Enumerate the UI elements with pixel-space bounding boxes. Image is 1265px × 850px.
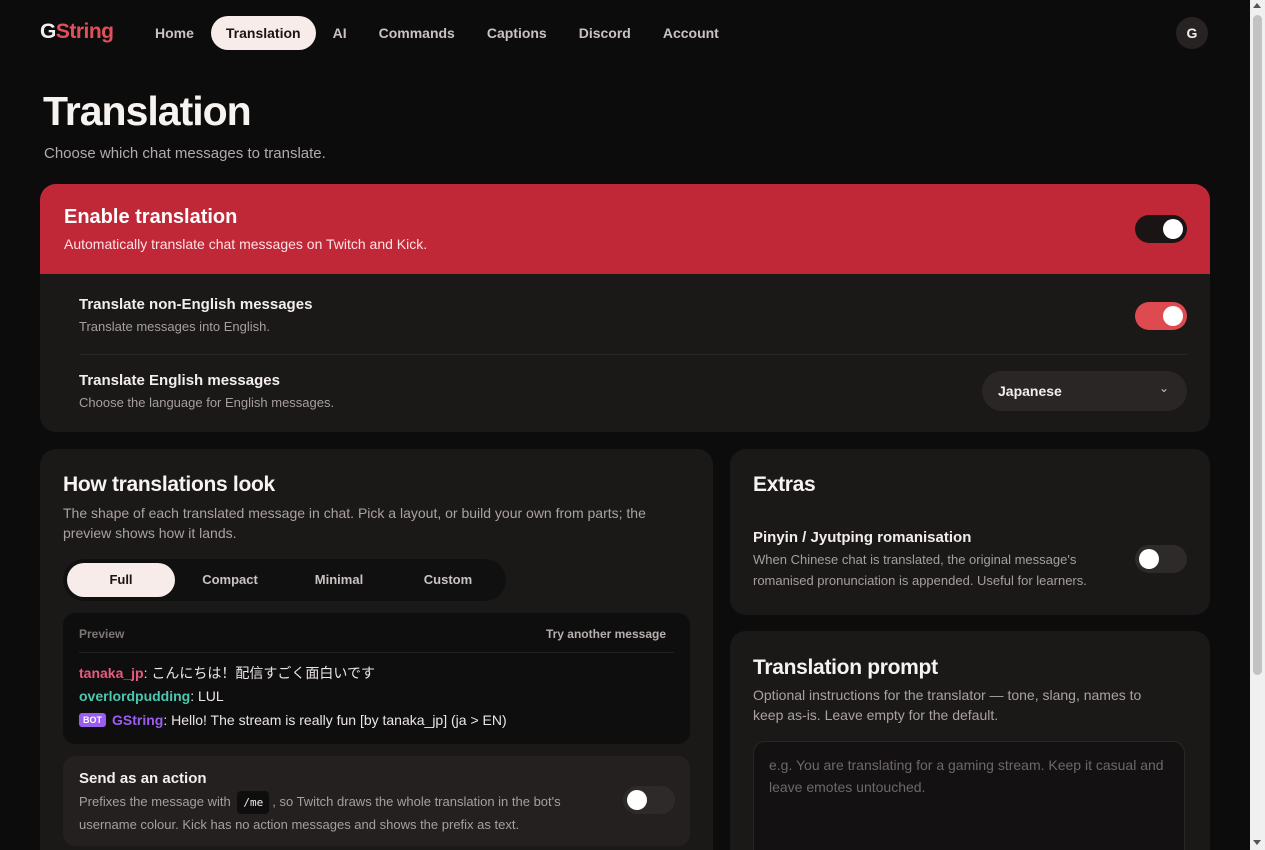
chat-username: tanaka_jp — [79, 665, 144, 681]
preview-label: Preview — [79, 627, 125, 641]
language-select-value: Japanese — [998, 383, 1062, 399]
chat-text: : LUL — [190, 688, 224, 704]
toggle-knob — [1163, 219, 1183, 239]
prompt-title: Translation prompt — [753, 656, 938, 679]
how-description: The shape of each translated message in … — [63, 505, 646, 541]
logo-letter: G — [40, 20, 56, 43]
me-code: /me — [237, 791, 270, 814]
nav-links: Home Translation AI Commands Captions Di… — [140, 16, 736, 50]
logo[interactable]: GString — [40, 20, 114, 44]
enable-translation-header: Enable translation Automatically transla… — [40, 184, 1210, 274]
scroll-down-arrow-icon[interactable] — [1253, 840, 1261, 845]
chat-message: BOT GString: Hello! The stream is really … — [79, 712, 507, 728]
chat-text: : Hello! The stream is really fun [by ta… — [163, 712, 507, 728]
toggle-knob — [1139, 549, 1159, 569]
romanisation-title: Pinyin / Jyutping romanisation — [753, 529, 972, 546]
desc-text: keep as-is. Leave empty for the default. — [753, 707, 999, 723]
enable-translation-toggle[interactable] — [1135, 215, 1187, 243]
desc-text: username colour. Kick has no action mess… — [79, 817, 520, 832]
app-viewport: GString Home Translation AI Commands Cap… — [0, 0, 1250, 850]
nav-translation[interactable]: Translation — [210, 16, 316, 50]
translation-prompt-textarea[interactable]: e.g. You are translating for a gaming st… — [753, 741, 1185, 850]
scrollbar-thumb[interactable] — [1253, 15, 1262, 675]
top-nav: GString Home Translation AI Commands Cap… — [0, 0, 1250, 66]
send-as-action-description: Prefixes the message with /me, so Twitch… — [79, 791, 619, 835]
nav-account[interactable]: Account — [648, 16, 734, 50]
logo-text: String — [55, 20, 114, 43]
chat-message: overlordpudding: LUL — [79, 688, 224, 704]
romanisation-toggle[interactable] — [1135, 545, 1187, 573]
translation-prompt-card: Translation prompt Optional instructions… — [730, 631, 1210, 850]
page-title: Translation — [43, 88, 252, 134]
avatar[interactable]: G — [1176, 17, 1208, 49]
extras-card: Extras Pinyin / Jyutping romanisation Wh… — [730, 449, 1210, 615]
nav-captions[interactable]: Captions — [472, 16, 562, 50]
send-as-action-toggle[interactable] — [623, 786, 675, 814]
scrollbar[interactable] — [1250, 0, 1265, 850]
desc-text: romanised pronunciation is appended. Use… — [753, 573, 1087, 588]
non-english-description: Translate messages into English. — [79, 319, 271, 334]
layout-custom-option[interactable]: Custom — [394, 563, 502, 597]
textarea-placeholder: e.g. You are translating for a gaming st… — [769, 757, 1164, 795]
desc-text: When Chinese chat is translated, the ori… — [753, 552, 1077, 567]
english-description: Choose the language for English messages… — [79, 395, 335, 410]
desc-text: Prefixes the message with — [79, 794, 231, 809]
english-title: Translate English messages — [79, 372, 280, 389]
layout-segmented-control: Full Compact Minimal Custom — [63, 559, 506, 601]
chat-text: : こんにちは！配信すごく面白いです — [143, 665, 375, 681]
non-english-title: Translate non-English messages — [79, 296, 313, 313]
prompt-description: Optional instructions for the translator… — [753, 685, 1193, 725]
divider — [79, 354, 1187, 355]
page-subtitle: Choose which chat messages to translate. — [44, 145, 326, 162]
desc-text: Optional instructions for the translator… — [753, 687, 1142, 703]
chat-username: GString — [112, 712, 164, 728]
send-as-action-panel: Send as an action Prefixes the message w… — [63, 756, 690, 846]
try-another-message-button[interactable]: Try another message — [546, 627, 666, 641]
extras-title: Extras — [753, 473, 816, 496]
chat-username: overlordpudding — [79, 688, 191, 704]
chat-message: tanaka_jp: こんにちは！配信すごく面白いです — [79, 663, 375, 683]
toggle-knob — [1163, 306, 1183, 326]
nav-discord[interactable]: Discord — [564, 16, 646, 50]
layout-compact-option[interactable]: Compact — [176, 563, 284, 597]
nav-commands[interactable]: Commands — [364, 16, 470, 50]
bot-badge: BOT — [79, 713, 106, 727]
layout-full-option[interactable]: Full — [67, 563, 175, 597]
how-title: How translations look — [63, 473, 275, 496]
toggle-knob — [627, 790, 647, 810]
romanisation-description: When Chinese chat is translated, the ori… — [753, 549, 1133, 591]
enable-translation-title: Enable translation — [64, 206, 238, 228]
divider — [79, 652, 674, 653]
desc-text: , so Twitch draws the whole translation … — [272, 794, 561, 809]
non-english-toggle[interactable] — [1135, 302, 1187, 330]
nav-home[interactable]: Home — [140, 16, 209, 50]
language-select[interactable]: Japanese ⌄ — [982, 371, 1187, 411]
scroll-up-arrow-icon[interactable] — [1253, 3, 1261, 8]
send-as-action-title: Send as an action — [79, 770, 207, 787]
nav-ai[interactable]: AI — [318, 16, 362, 50]
how-translations-look-card: How translations look The shape of each … — [40, 449, 713, 850]
enable-translation-card: Enable translation Automatically transla… — [40, 184, 1210, 432]
enable-translation-description: Automatically translate chat messages on… — [64, 236, 428, 252]
preview-panel: Preview Try another message tanaka_jp: こ… — [63, 613, 690, 744]
layout-minimal-option[interactable]: Minimal — [285, 563, 393, 597]
chevron-down-icon: ⌄ — [1158, 381, 1169, 395]
